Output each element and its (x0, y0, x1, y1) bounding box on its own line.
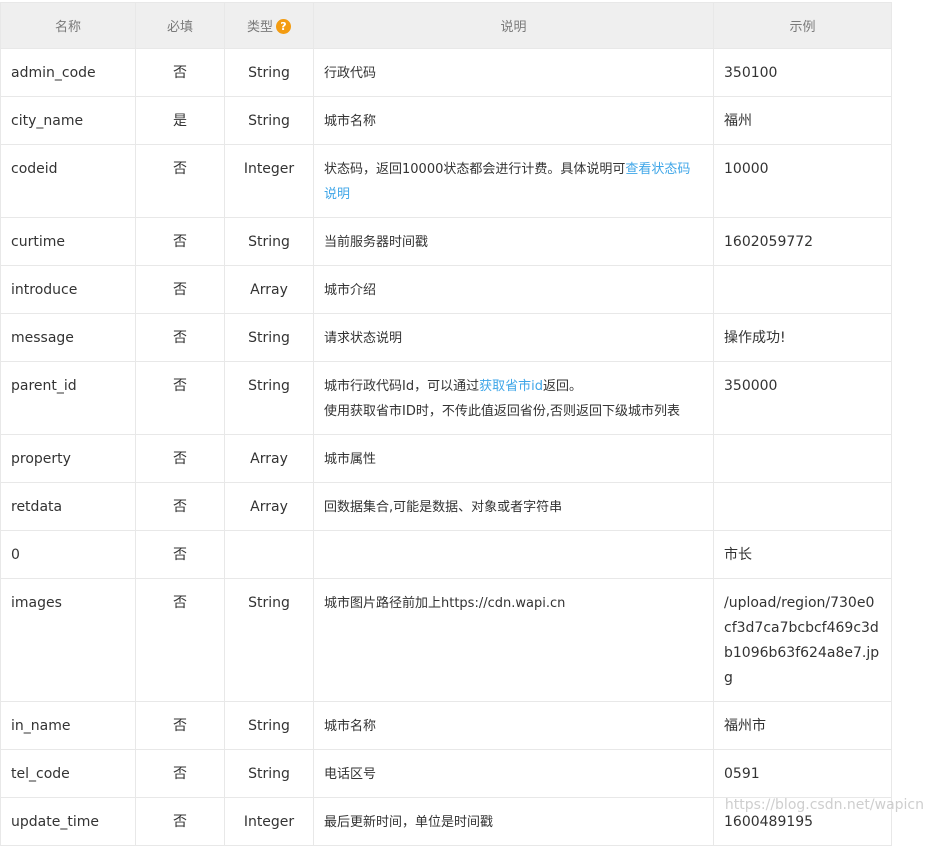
param-name: property (0, 434, 136, 483)
param-required: 否 (135, 361, 225, 435)
param-required: 否 (135, 530, 225, 579)
param-example: 操作成功! (713, 313, 892, 362)
param-description: 城市介绍 (313, 265, 714, 314)
param-description: 城市名称 (313, 96, 714, 145)
col-header-type-label: 类型 (246, 20, 273, 35)
param-example: 0591 (713, 749, 892, 798)
table-row: codeid 否 Integer 状态码，返回10000状态都会进行计费。具体说明可查… (0, 144, 892, 218)
help-icon[interactable]: ? (276, 19, 291, 34)
param-type: String (224, 48, 314, 97)
param-description (313, 530, 714, 579)
desc-text-after: 返回。 (542, 379, 582, 394)
param-required: 否 (135, 144, 225, 218)
param-required: 否 (135, 313, 225, 362)
param-type: String (224, 361, 314, 435)
table-header-row: 名称 必填 类型? 说明 示例 (0, 2, 892, 49)
param-description: 城市行政代码Id，可以通过获取省市id返回。使用获取省市ID时，不传此值返回省份… (313, 361, 714, 435)
desc-line2: 使用获取省市ID时，不传此值返回省份,否则返回下级城市列表 (324, 404, 680, 419)
param-description: 城市属性 (313, 434, 714, 483)
param-type: String (224, 313, 314, 362)
param-required: 否 (135, 749, 225, 798)
param-type: Array (224, 265, 314, 314)
param-type: Array (224, 434, 314, 483)
param-description: 回数据集合,可能是数据、对象或者字符串 (313, 482, 714, 531)
param-name: introduce (0, 265, 136, 314)
param-example: 福州 (713, 96, 892, 145)
table-row: 0 否 市长 (0, 530, 892, 579)
param-name: tel_code (0, 749, 136, 798)
param-name: codeid (0, 144, 136, 218)
param-required: 否 (135, 482, 225, 531)
desc-link[interactable]: 获取省市id (479, 379, 543, 394)
table-row: curtime 否 String 当前服务器时间戳 1602059772 (0, 217, 892, 266)
param-description: 城市名称 (313, 701, 714, 750)
param-example: 350100 (713, 48, 892, 97)
col-header-desc: 说明 (313, 2, 714, 49)
param-required: 否 (135, 48, 225, 97)
param-required: 否 (135, 797, 225, 846)
param-required: 否 (135, 578, 225, 702)
param-example: /upload/region/730e0cf3d7ca7bcbcf469c3db… (713, 578, 892, 702)
param-name: message (0, 313, 136, 362)
param-name: update_time (0, 797, 136, 846)
col-header-example: 示例 (713, 2, 892, 49)
desc-text: 状态码，返回10000状态都会进行计费。具体说明可 (324, 162, 626, 177)
table-row: admin_code 否 String 行政代码 350100 (0, 48, 892, 97)
param-type: Integer (224, 797, 314, 846)
param-required: 否 (135, 701, 225, 750)
param-example (713, 265, 892, 314)
param-example: 1602059772 (713, 217, 892, 266)
param-type: String (224, 701, 314, 750)
table-row: property 否 Array 城市属性 (0, 434, 892, 483)
desc-text: 城市行政代码Id，可以通过 (324, 379, 480, 394)
table-row: city_name 是 String 城市名称 福州 (0, 96, 892, 145)
param-description: 行政代码 (313, 48, 714, 97)
param-description: 最后更新时间，单位是时间戳 (313, 797, 714, 846)
params-table: 名称 必填 类型? 说明 示例 admin_code 否 String 行政代码 350… (0, 2, 892, 846)
table-row: images 否 String 城市图片路径前加上https://cdn.wapi.c… (0, 578, 892, 702)
param-name: retdata (0, 482, 136, 531)
param-example: 市长 (713, 530, 892, 579)
param-name: parent_id (0, 361, 136, 435)
param-example: 10000 (713, 144, 892, 218)
param-type: Array (224, 482, 314, 531)
param-description: 状态码，返回10000状态都会进行计费。具体说明可查看状态码说明 (313, 144, 714, 218)
table-row: message 否 String 请求状态说明 操作成功! (0, 313, 892, 362)
param-example (713, 434, 892, 483)
param-example: 福州市 (713, 701, 892, 750)
param-type: String (224, 578, 314, 702)
table-row: in_name 否 String 城市名称 福州市 (0, 701, 892, 750)
col-header-type: 类型? (224, 2, 314, 49)
param-type: String (224, 749, 314, 798)
table-row: introduce 否 Array 城市介绍 (0, 265, 892, 314)
param-description: 城市图片路径前加上https://cdn.wapi.cn (313, 578, 714, 702)
param-type (224, 530, 314, 579)
param-example (713, 482, 892, 531)
param-name: admin_code (0, 48, 136, 97)
param-name: city_name (0, 96, 136, 145)
table-row: parent_id 否 String 城市行政代码Id，可以通过获取省市id返回。 使用… (0, 361, 892, 435)
param-name: in_name (0, 701, 136, 750)
param-name: images (0, 578, 136, 702)
param-type: String (224, 96, 314, 145)
param-name: curtime (0, 217, 136, 266)
param-description: 电话区号 (313, 749, 714, 798)
param-description: 请求状态说明 (313, 313, 714, 362)
param-type: String (224, 217, 314, 266)
param-required: 是 (135, 96, 225, 145)
param-type: Integer (224, 144, 314, 218)
col-header-name: 名称 (0, 2, 136, 49)
table-row: tel_code 否 String 电话区号 0591 (0, 749, 892, 798)
col-header-required: 必填 (135, 2, 225, 49)
table-row: retdata 否 Array 回数据集合,可能是数据、对象或者字符串 (0, 482, 892, 531)
param-required: 否 (135, 265, 225, 314)
param-example: 350000 (713, 361, 892, 435)
param-name: 0 (0, 530, 136, 579)
param-required: 否 (135, 217, 225, 266)
param-description: 当前服务器时间戳 (313, 217, 714, 266)
param-required: 否 (135, 434, 225, 483)
watermark: https://blog.csdn.net/wapicn (724, 797, 924, 813)
